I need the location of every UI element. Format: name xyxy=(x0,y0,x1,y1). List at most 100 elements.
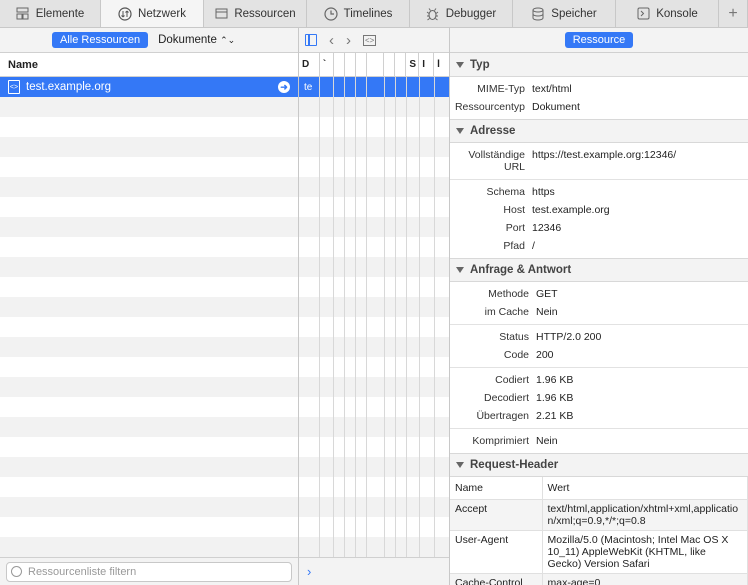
grid-line xyxy=(395,77,396,557)
table-row xyxy=(299,457,449,477)
tab-console[interactable]: Konsole xyxy=(616,0,719,27)
section-header-type[interactable]: Typ xyxy=(450,53,748,77)
field-label: Ressourcentyp xyxy=(454,101,525,113)
field-value: 200 xyxy=(536,349,554,361)
column-header[interactable] xyxy=(395,53,407,76)
tab-resources[interactable]: Ressourcen xyxy=(204,0,307,27)
field-label: Codiert xyxy=(495,374,529,386)
decoded-row: Decodiert 1.96 KB xyxy=(450,389,748,407)
table-row xyxy=(0,197,298,217)
tab-elements[interactable]: Elemente xyxy=(0,0,101,27)
table-row xyxy=(0,377,298,397)
table-row xyxy=(0,257,298,277)
field-value: Nein xyxy=(536,435,558,447)
table-row xyxy=(299,417,449,437)
table-row xyxy=(299,377,449,397)
request-headers-table: Name Wert Accept text/html,application/x… xyxy=(450,477,748,585)
column-header[interactable]: S xyxy=(406,53,420,76)
column-header[interactable]: ` xyxy=(320,53,334,76)
path-row: Pfad / xyxy=(450,237,748,255)
header-name: Accept xyxy=(450,499,543,531)
field-label-line: Vollständige xyxy=(468,149,525,161)
tab-label: Netzwerk xyxy=(138,7,186,20)
table-row xyxy=(299,477,449,497)
grid-line xyxy=(384,77,385,557)
table-row xyxy=(299,357,449,377)
port-row: Port 12346 xyxy=(450,219,748,237)
table-row xyxy=(299,497,449,517)
timeline-grid: te xyxy=(299,77,449,557)
go-to-arrow-icon[interactable]: ➜ xyxy=(278,81,290,93)
timeline-column-headers: D ` S I l xyxy=(299,53,449,77)
toggle-left-sidebar-icon[interactable] xyxy=(305,34,317,46)
column-header[interactable] xyxy=(356,53,367,76)
column-header[interactable] xyxy=(367,53,385,76)
resource-mode-button[interactable]: Ressource xyxy=(564,32,634,48)
timeline-row-selected[interactable]: te xyxy=(299,77,449,97)
disclosure-triangle-icon xyxy=(456,128,464,134)
url-parts-group: Schema https Host test.example.org Port … xyxy=(450,180,748,258)
tab-storage[interactable]: Speicher xyxy=(513,0,616,27)
column-header[interactable]: I xyxy=(419,53,435,76)
resource-rows: <> test.example.org ➜ xyxy=(0,77,298,557)
column-header[interactable] xyxy=(334,53,345,76)
tab-bar: Elemente Netzwerk Ressourcen Timelines D… xyxy=(0,0,748,28)
tab-timelines[interactable]: Timelines xyxy=(307,0,410,27)
table-row xyxy=(0,317,298,337)
grid-line xyxy=(366,77,367,557)
add-tab-button[interactable]: + xyxy=(719,0,748,27)
tab-label: Ressourcen xyxy=(234,7,296,20)
disclosure-triangle-icon xyxy=(456,61,464,68)
header-name: Cache-Control xyxy=(450,573,543,585)
column-header-value[interactable]: Wert xyxy=(542,477,748,500)
section-header-request-response[interactable]: Anfrage & Antwort xyxy=(450,258,748,282)
field-label: Komprimiert xyxy=(472,435,529,447)
section-header-address[interactable]: Adresse xyxy=(450,119,748,143)
section-header-request-headers[interactable]: Request-Header xyxy=(450,453,748,477)
field-value: GET xyxy=(536,288,558,300)
tab-label: Konsole xyxy=(656,7,698,20)
field-label: MIME-Typ xyxy=(477,83,525,95)
table-row xyxy=(0,537,298,557)
table-row xyxy=(299,237,449,257)
network-timeline-panel: ‹ › <> D ` S I l te › xyxy=(299,28,450,585)
table-row xyxy=(299,217,449,237)
all-resources-button[interactable]: Alle Ressourcen xyxy=(52,32,149,48)
tab-label: Debugger xyxy=(445,7,497,20)
resource-filter-input[interactable]: Ressourcenliste filtern xyxy=(6,561,292,582)
tab-debugger[interactable]: Debugger xyxy=(410,0,513,27)
compression-group: Komprimiert Nein xyxy=(450,429,748,453)
forward-arrow-icon[interactable]: › xyxy=(346,32,351,49)
document-source-icon[interactable]: <> xyxy=(363,34,377,46)
clock-icon xyxy=(324,6,338,21)
plus-icon: + xyxy=(728,4,738,22)
column-header-name[interactable]: Name xyxy=(450,477,543,500)
column-header[interactable] xyxy=(384,53,396,76)
disclosure-triangle-icon xyxy=(456,462,464,468)
chevron-right-icon[interactable]: › xyxy=(307,564,311,579)
method-row: Methode GET xyxy=(450,285,748,303)
table-row xyxy=(0,397,298,417)
table-row: Accept text/html,application/xhtml+xml,a… xyxy=(450,499,748,531)
resource-row-selected[interactable]: <> test.example.org ➜ xyxy=(0,77,298,97)
table-row xyxy=(0,357,298,377)
column-header[interactable]: l xyxy=(434,53,449,76)
grid-line xyxy=(355,77,356,557)
filter-bar: Ressourcenliste filtern xyxy=(0,557,298,585)
field-value: 1.96 KB xyxy=(536,392,574,404)
table-row xyxy=(0,457,298,477)
name-column-header[interactable]: Name xyxy=(0,53,298,77)
column-header[interactable] xyxy=(345,53,356,76)
resource-name: <> test.example.org xyxy=(8,80,111,94)
section-title: Request-Header xyxy=(470,459,559,471)
table-row xyxy=(0,337,298,357)
tab-network[interactable]: Netzwerk xyxy=(101,0,204,27)
column-header[interactable]: D xyxy=(299,53,320,76)
back-arrow-icon[interactable]: ‹ xyxy=(329,32,334,49)
field-value: 12346 xyxy=(532,222,562,234)
field-value: text/html xyxy=(532,83,572,95)
table-row xyxy=(299,517,449,537)
resource-type-select[interactable]: Dokumente ⌃⌄ xyxy=(158,34,235,46)
console-icon xyxy=(636,7,650,21)
field-label: Schema xyxy=(486,186,525,198)
